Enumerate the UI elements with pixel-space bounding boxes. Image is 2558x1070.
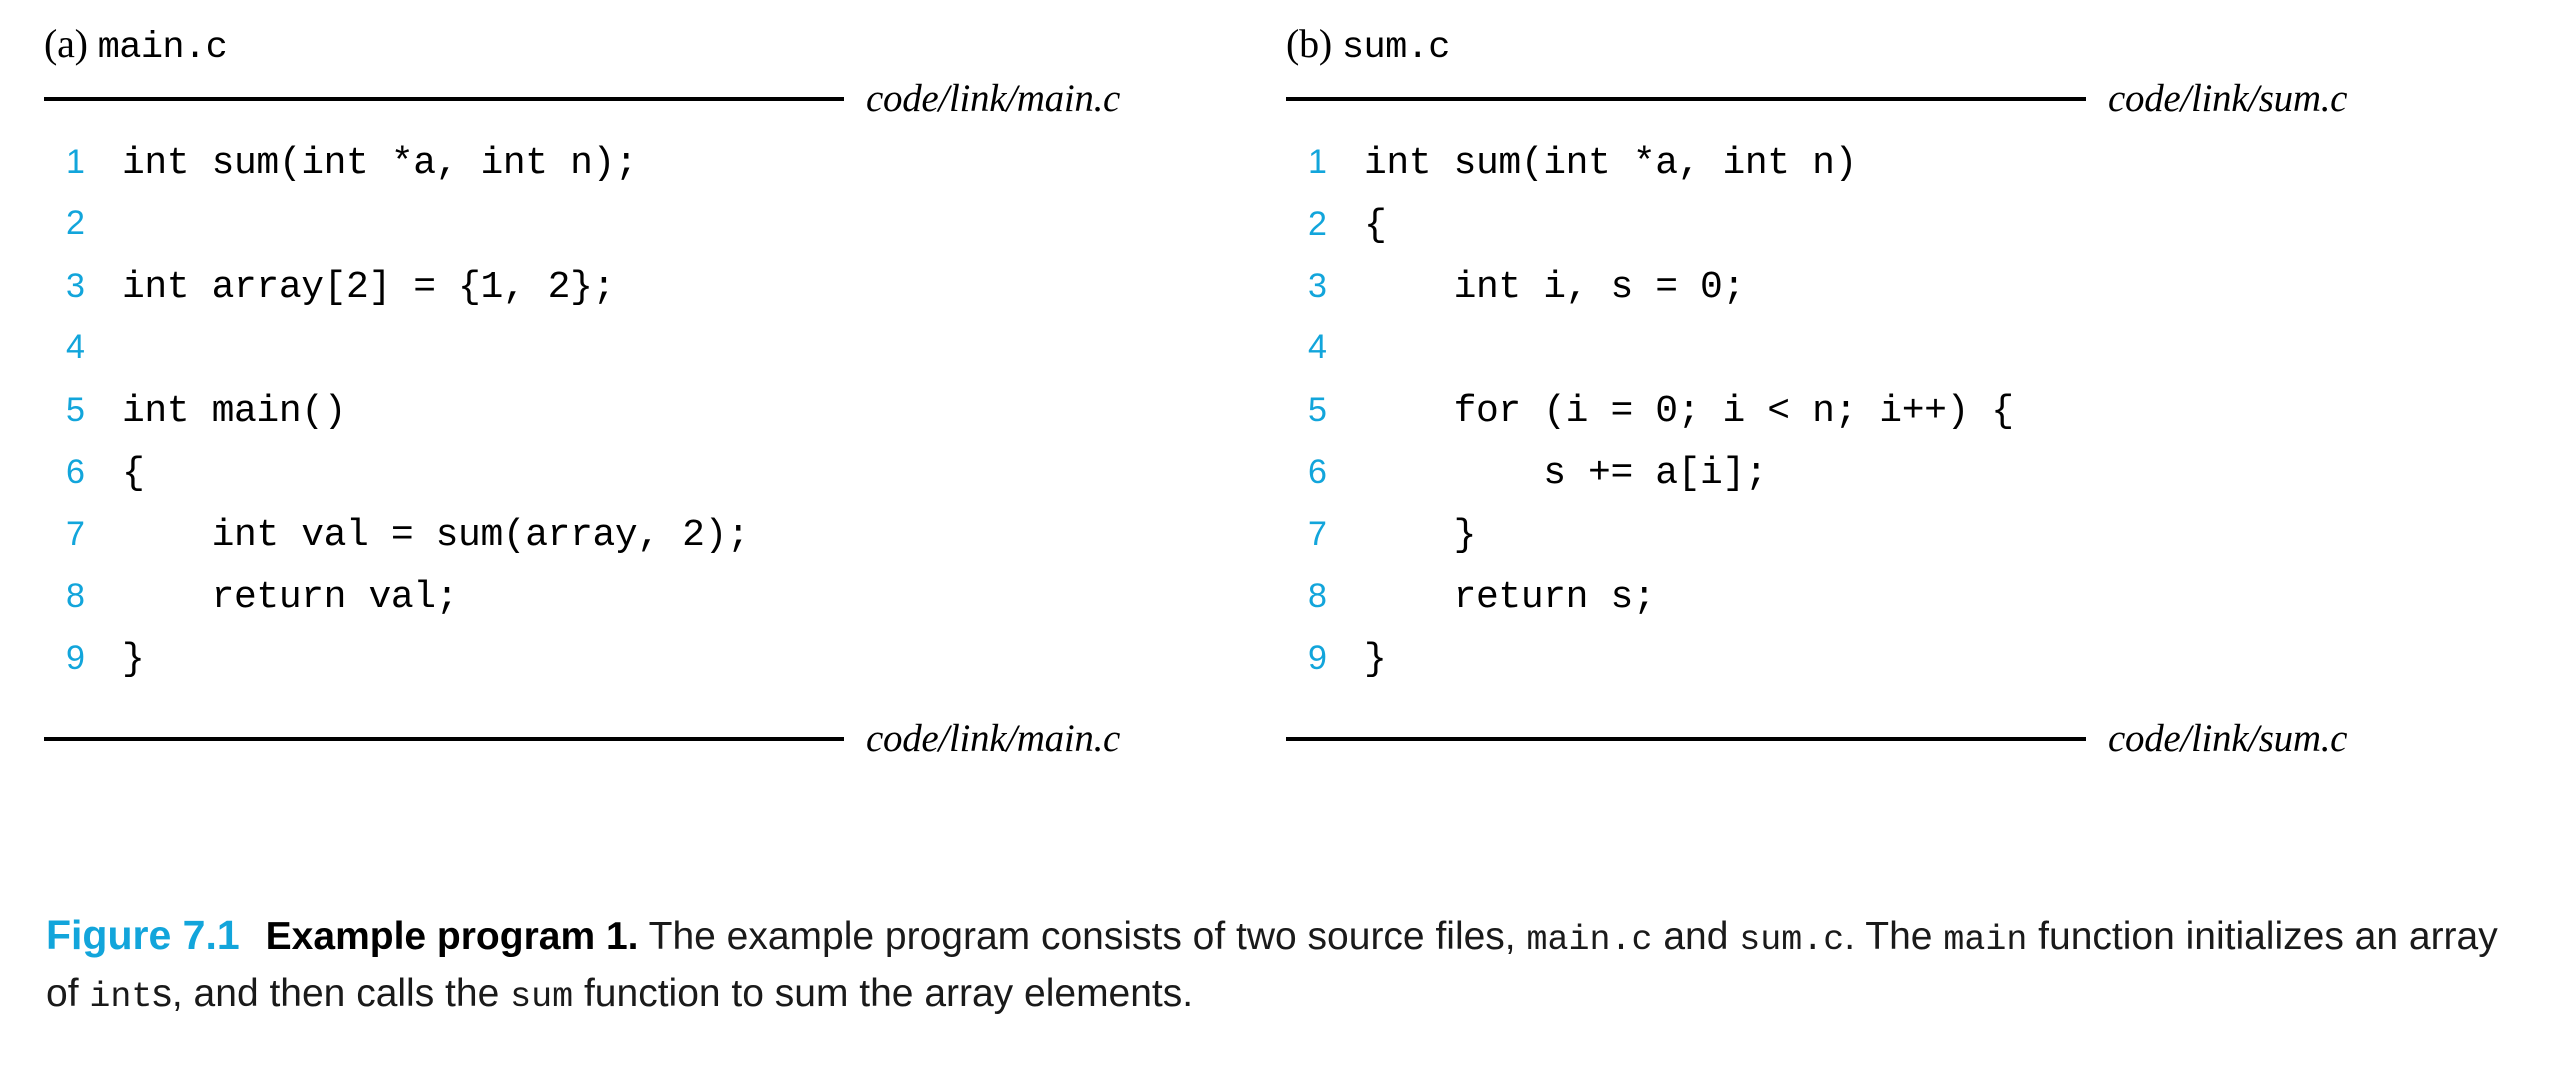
line-source: for (i = 0; i < n; i++) { <box>1364 390 2015 433</box>
line-number: 1 <box>1308 143 1327 181</box>
code-line: 1 int sum(int *a, int n) <box>1286 142 2514 204</box>
horizontal-rule-top-main-c <box>44 97 844 101</box>
panel-top-rule-row-sum-c: code/link/sum.c <box>1286 76 2514 122</box>
code-line: 1 int sum(int *a, int n); <box>44 142 1272 204</box>
line-number: 2 <box>66 204 85 242</box>
code-line: 8 return val; <box>44 576 1272 638</box>
panel-filename-sum-c: sum.c <box>1341 27 1451 69</box>
code-line: 8 return s; <box>1286 576 2514 638</box>
horizontal-rule-bottom-sum-c <box>1286 737 2086 741</box>
code-line: 5 int main() <box>44 390 1272 452</box>
line-number: 7 <box>1308 515 1327 553</box>
line-number: 7 <box>66 515 85 553</box>
line-number: 3 <box>66 267 85 305</box>
code-line: 2 <box>44 204 1272 266</box>
line-number: 8 <box>1308 577 1327 615</box>
line-source: s += a[i]; <box>1364 452 1768 495</box>
code-path-top-main-c: code/link/main.c <box>866 77 1121 120</box>
caption-code-main-c: main.c <box>1526 920 1653 960</box>
code-line: 6 { <box>44 452 1272 514</box>
code-line: 7 } <box>1286 514 2514 576</box>
panel-label-letter-a: (a) <box>44 21 88 66</box>
line-number: 5 <box>1308 391 1327 429</box>
line-source: int i, s = 0; <box>1364 266 1746 309</box>
caption-text-2: and <box>1652 915 1740 958</box>
line-source: int main() <box>122 390 347 433</box>
figure-caption: Figure 7.1 Example program 1. The example… <box>46 908 2516 1024</box>
code-panels: (a) main.c code/link/main.c 1 int sum(in… <box>44 18 2514 762</box>
line-source: } <box>1364 514 1477 557</box>
code-path-top-sum-c: code/link/sum.c <box>2108 77 2348 120</box>
caption-code-int: int <box>89 977 153 1017</box>
caption-text-6: function to sum the array elements. <box>573 972 1194 1015</box>
caption-text-5: s, and then calls the <box>152 972 511 1015</box>
code-line: 3 int array[2] = {1, 2}; <box>44 266 1272 328</box>
line-number: 5 <box>66 391 85 429</box>
line-source: return val; <box>122 576 459 619</box>
line-source: { <box>122 452 145 495</box>
code-line: 6 s += a[i]; <box>1286 452 2514 514</box>
code-path-bottom-main-c: code/link/main.c <box>866 717 1121 760</box>
code-path-bottom-sum-c: code/link/sum.c <box>2108 717 2348 760</box>
panel-spacer-main-c <box>44 700 1272 712</box>
panel-label-letter-b: (b) <box>1286 21 1333 66</box>
line-source: return s; <box>1364 576 1656 619</box>
line-source: { <box>1364 204 1387 247</box>
panel-filename-main-c: main.c <box>97 27 228 69</box>
line-source: int array[2] = {1, 2}; <box>122 266 615 309</box>
line-source: } <box>122 638 145 681</box>
figure-container: (a) main.c code/link/main.c 1 int sum(in… <box>0 0 2558 1070</box>
code-line: 5 for (i = 0; i < n; i++) { <box>1286 390 2514 452</box>
code-listing-sum-c: 1 int sum(int *a, int n) 2 { 3 int i, s … <box>1286 142 2514 700</box>
line-number: 2 <box>1308 205 1327 243</box>
code-line: 2 { <box>1286 204 2514 266</box>
line-source: int val = sum(array, 2); <box>122 514 750 557</box>
line-source: } <box>1364 638 1387 681</box>
figure-title: Example program 1. <box>265 915 639 958</box>
horizontal-rule-bottom-main-c <box>44 737 844 741</box>
line-number: 6 <box>66 453 85 491</box>
line-number: 8 <box>66 577 85 615</box>
caption-text-1: The example program consists of two sour… <box>638 915 1527 958</box>
code-line: 9 } <box>1286 638 2514 700</box>
line-source: int sum(int *a, int n); <box>122 142 638 185</box>
caption-code-sum-c: sum.c <box>1739 920 1845 960</box>
horizontal-rule-top-sum-c <box>1286 97 2086 101</box>
code-line: 7 int val = sum(array, 2); <box>44 514 1272 576</box>
line-number: 1 <box>66 143 85 181</box>
line-source: int sum(int *a, int n) <box>1364 142 1857 185</box>
code-listing-main-c: 1 int sum(int *a, int n); 2 3 int array[… <box>44 142 1272 700</box>
line-number: 9 <box>66 639 85 677</box>
figure-number: Figure 7.1 <box>46 912 240 958</box>
code-panel-main-c: (a) main.c code/link/main.c 1 int sum(in… <box>44 18 1272 762</box>
panel-spacer-sum-c <box>1286 700 2514 712</box>
line-number: 4 <box>66 328 85 366</box>
panel-bottom-rule-row-main-c: code/link/main.c <box>44 716 1272 762</box>
panel-top-rule-row-main-c: code/link/main.c <box>44 76 1272 122</box>
code-line: 4 <box>1286 328 2514 390</box>
code-panel-sum-c: (b) sum.c code/link/sum.c 1 int sum(int … <box>1286 18 2514 762</box>
line-number: 9 <box>1308 639 1327 677</box>
line-number: 4 <box>1308 328 1327 366</box>
code-line: 9 } <box>44 638 1272 700</box>
caption-code-main: main <box>1943 920 2028 960</box>
panel-bottom-rule-row-sum-c: code/link/sum.c <box>1286 716 2514 762</box>
code-line: 4 <box>44 328 1272 390</box>
line-number: 3 <box>1308 267 1327 305</box>
caption-text-3: . The <box>1844 915 1944 958</box>
code-line: 3 int i, s = 0; <box>1286 266 2514 328</box>
line-number: 6 <box>1308 453 1327 491</box>
panel-header-sum-c: (b) sum.c <box>1286 18 2514 72</box>
caption-code-sum: sum <box>510 977 574 1017</box>
panel-header-main-c: (a) main.c <box>44 18 1272 72</box>
